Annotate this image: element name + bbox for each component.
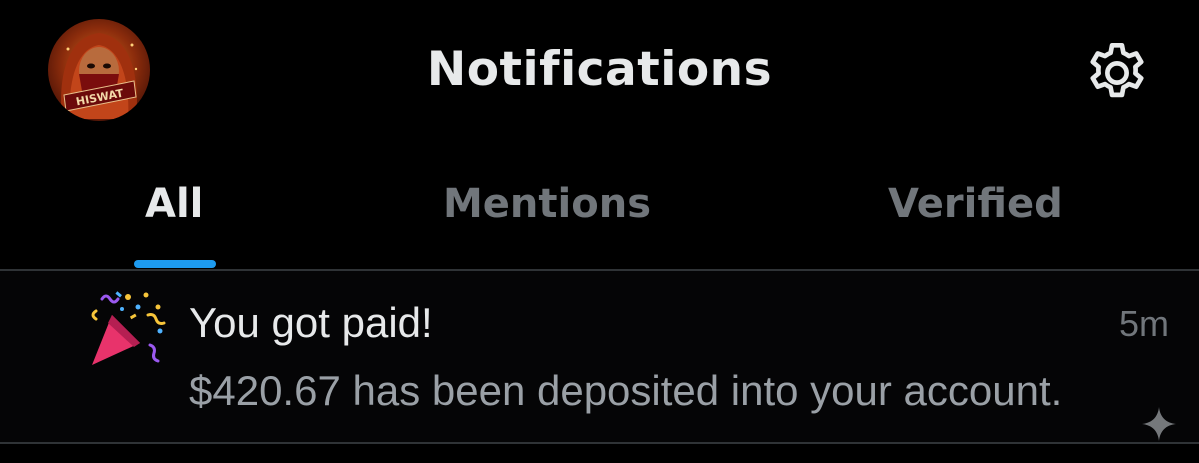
- sparkle-icon: [1142, 407, 1176, 441]
- notification-title: You got paid!: [189, 299, 433, 346]
- tab-mentions[interactable]: Mentions: [443, 178, 651, 230]
- active-tab-indicator: [134, 260, 216, 268]
- gear-icon: [1090, 42, 1144, 98]
- notification-timestamp: 5m: [1118, 303, 1169, 344]
- notification-body: $420.67 has been deposited into your acc…: [189, 367, 1063, 414]
- tab-verified[interactable]: Verified: [888, 178, 1063, 230]
- settings-button[interactable]: [1082, 38, 1152, 108]
- header-bar: HISWAT Notifications: [0, 0, 1199, 140]
- tab-all[interactable]: All: [145, 178, 203, 230]
- page-title: Notifications: [426, 42, 773, 97]
- party-popper-icon: [91, 291, 166, 365]
- divider: [0, 442, 1199, 444]
- tab-bar: All Mentions Verified: [0, 160, 1199, 270]
- notification-item[interactable]: You got paid! 5m $420.67 has been deposi…: [0, 271, 1199, 442]
